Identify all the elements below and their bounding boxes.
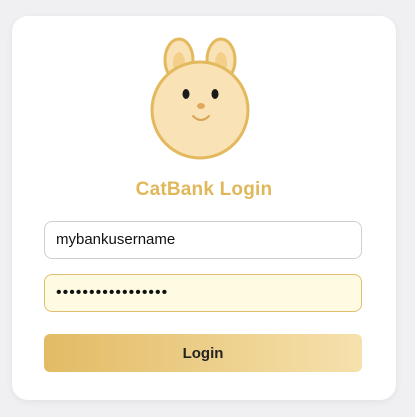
page-title: CatBank Login	[135, 179, 273, 200]
login-button[interactable]: Login	[44, 334, 362, 372]
cat-mascot-icon	[150, 37, 250, 160]
login-card: CatBank Login Login	[12, 16, 396, 400]
username-input[interactable]	[44, 221, 362, 259]
password-input[interactable]	[44, 274, 362, 312]
